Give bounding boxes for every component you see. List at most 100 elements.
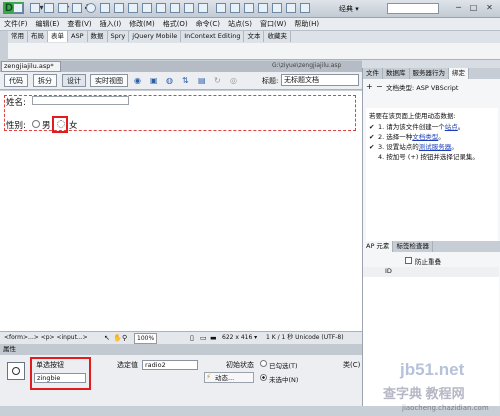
phone-size-icon[interactable]: ▯ — [190, 332, 194, 344]
remove-binding-icon[interactable]: − — [376, 82, 383, 91]
sex-label: 性别: — [6, 121, 26, 131]
spry-textarea-icon[interactable] — [230, 3, 240, 13]
dynamic-data-title: 若要在该页面上使用动态数据: — [369, 112, 456, 120]
tab-bindings[interactable]: 绑定 — [449, 68, 469, 79]
tab-jquery-mobile[interactable]: jQuery Mobile — [129, 31, 182, 42]
site-link[interactable]: 站点 — [445, 123, 458, 131]
prevent-overlap-label: 防止重叠 — [415, 258, 441, 266]
file-management-icon[interactable]: ⇅ — [182, 76, 189, 85]
prevent-overlap-checkbox[interactable] — [405, 257, 412, 264]
tab-common[interactable]: 常用 — [8, 31, 28, 42]
tab-layout[interactable]: 布局 — [28, 31, 48, 42]
dynamic-button[interactable]: 动态... — [204, 372, 254, 383]
window-size[interactable]: 622 x 416 ▾ — [222, 332, 257, 344]
image-field-icon[interactable] — [142, 3, 152, 13]
check-page-icon[interactable]: ◎ — [230, 76, 237, 85]
tab-forms[interactable]: 表单 — [48, 31, 68, 42]
tab-incontext[interactable]: InContext Editing — [181, 31, 245, 42]
tablet-size-icon[interactable]: ▭ — [200, 332, 207, 344]
menu-help[interactable]: 帮助(H) — [290, 18, 323, 31]
hidden-field-icon[interactable] — [44, 3, 54, 13]
spry-radio-group-icon[interactable] — [300, 3, 310, 13]
doctype-link[interactable]: 文档类型 — [412, 133, 438, 141]
radio-button-label: 单选按钮 — [36, 361, 64, 369]
tab-asp[interactable]: ASP — [68, 31, 88, 42]
design-view-button[interactable]: 设计 — [62, 74, 86, 87]
desktop-size-icon[interactable]: ▬ — [210, 332, 217, 344]
male-radio[interactable] — [32, 120, 40, 128]
checked-radio[interactable] — [260, 360, 267, 367]
panel-grip[interactable] — [362, 60, 500, 68]
unchecked-radio[interactable] — [260, 374, 267, 381]
id-column-header[interactable]: ID — [385, 267, 392, 276]
checked-value-input[interactable]: radio2 — [142, 360, 198, 370]
select-tool-icon[interactable]: ↖ — [104, 332, 110, 344]
select-list-icon[interactable] — [114, 3, 124, 13]
spry-confirm-icon[interactable] — [286, 3, 296, 13]
watermark: jiaocheng.chazidian.com — [402, 404, 489, 412]
menu-window[interactable]: 窗口(W) — [256, 18, 290, 31]
close-button[interactable]: ✕ — [483, 2, 496, 14]
title-input[interactable]: 无标题文档 — [281, 74, 359, 86]
visual-aids-icon[interactable]: ▤ — [198, 76, 206, 85]
spry-text-field-icon[interactable] — [216, 3, 226, 13]
hand-tool-icon[interactable]: ✋ — [113, 332, 122, 344]
menu-format[interactable]: 格式(O) — [159, 18, 192, 31]
properties-header[interactable]: 属性 — [0, 344, 362, 355]
zoom-select[interactable]: 100% — [134, 333, 158, 344]
maximize-button[interactable]: □ — [467, 2, 480, 14]
file-field-icon[interactable] — [156, 3, 166, 13]
checkbox-icon[interactable] — [72, 3, 82, 13]
refresh-icon[interactable]: ↻ — [214, 76, 221, 85]
menu-insert[interactable]: 插入(I) — [96, 18, 126, 31]
add-binding-icon[interactable]: + — [366, 82, 373, 91]
zoom-tool-icon[interactable]: ⚲ — [122, 332, 127, 344]
tag-selector[interactable]: <form>...> <p> <input...> — [4, 332, 88, 344]
menu-file[interactable]: 文件(F) — [0, 18, 32, 31]
tab-spry[interactable]: Spry — [108, 31, 130, 42]
textarea-icon[interactable] — [58, 3, 68, 13]
button-icon[interactable] — [170, 3, 180, 13]
tab-ap-elements[interactable]: AP 元素 — [363, 241, 394, 252]
minimize-button[interactable]: ─ — [452, 2, 465, 14]
menu-command[interactable]: 命令(C) — [192, 18, 224, 31]
fieldset-icon[interactable] — [198, 3, 208, 13]
menu-edit[interactable]: 编辑(E) — [32, 18, 64, 31]
tab-tag-inspector[interactable]: 标签检查器 — [393, 241, 433, 252]
label-icon[interactable] — [184, 3, 194, 13]
spry-password-icon[interactable] — [272, 3, 282, 13]
radio-button-icon[interactable] — [86, 3, 96, 13]
class-label: 类(C) — [343, 361, 361, 369]
browser-preview-icon[interactable]: ◍ — [166, 76, 173, 85]
workspace-switcher[interactable]: 经典 ▾ — [339, 4, 359, 14]
name-input[interactable] — [32, 96, 129, 105]
multiscreen-icon[interactable]: ▣ — [150, 76, 158, 85]
tab-server-behaviors[interactable]: 服务器行为 — [410, 68, 449, 79]
live-view-button[interactable]: 实时视图 — [90, 74, 128, 87]
text-field-icon[interactable] — [30, 3, 40, 13]
radio-name-input[interactable]: zingbie — [34, 373, 86, 383]
inspect-icon[interactable]: ◉ — [134, 76, 141, 85]
form-icon[interactable] — [13, 3, 23, 13]
menu-view[interactable]: 查看(V) — [63, 18, 95, 31]
tab-files[interactable]: 文件 — [363, 68, 383, 79]
spry-checkbox-icon[interactable] — [244, 3, 254, 13]
radio-group-icon[interactable] — [100, 3, 110, 13]
menu-modify[interactable]: 修改(M) — [125, 18, 159, 31]
ap-panel-tabs: AP 元素 标签检查器 — [363, 241, 500, 252]
document-tab[interactable]: zengjiajilu.asp* — [1, 61, 61, 72]
checked-value-label: 选定值 — [117, 361, 138, 369]
menu-site[interactable]: 站点(S) — [224, 18, 256, 31]
spry-select-icon[interactable] — [258, 3, 268, 13]
lightning-icon: ⚡ — [206, 373, 211, 381]
tab-data[interactable]: 数据 — [88, 31, 108, 42]
jump-menu-icon[interactable] — [128, 3, 138, 13]
split-view-button[interactable]: 拆分 — [33, 74, 57, 87]
insert-tabs: 常用 布局 表单 ASP 数据 Spry jQuery Mobile InContext Ed… — [8, 31, 500, 43]
tab-text[interactable]: 文本 — [244, 31, 265, 42]
tab-favorites[interactable]: 收藏夹 — [264, 31, 291, 42]
search-input[interactable] — [387, 3, 439, 14]
code-view-button[interactable]: 代码 — [4, 74, 28, 87]
test-server-link[interactable]: 测试服务器 — [419, 143, 452, 151]
tab-databases[interactable]: 数据库 — [383, 68, 410, 79]
